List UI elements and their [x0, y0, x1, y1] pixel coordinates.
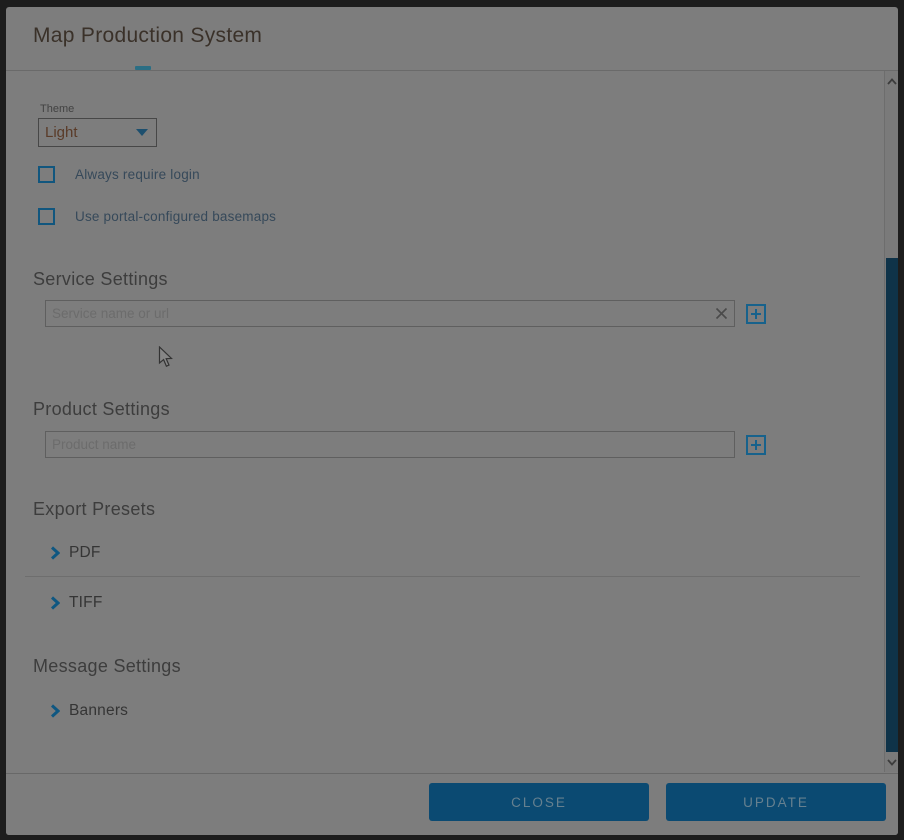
add-service-button[interactable] [746, 304, 766, 324]
service-name-input[interactable] [45, 300, 735, 327]
theme-select[interactable]: Light [38, 118, 157, 147]
dialog-title: Map Production System [33, 24, 262, 48]
scroll-down-icon[interactable] [885, 752, 898, 772]
checkbox-label: Always require login [75, 167, 200, 182]
service-settings-title: Service Settings [33, 269, 168, 290]
product-name-input[interactable] [45, 431, 735, 458]
vertical-scrollbar[interactable] [884, 71, 898, 772]
map-production-system-dialog: Map Production System Theme Light Always… [6, 7, 898, 835]
always-require-login-checkbox[interactable] [38, 166, 55, 183]
dialog-header: Map Production System [6, 7, 898, 70]
header-divider [6, 70, 898, 71]
product-input-wrap [45, 431, 735, 458]
clear-icon[interactable] [714, 306, 729, 321]
theme-label: Theme [40, 103, 74, 115]
dialog-footer: CLOSE UPDATE [6, 774, 898, 835]
scrolled-out-element-sliver [135, 66, 151, 70]
mouse-cursor [158, 346, 174, 373]
export-presets-title: Export Presets [33, 499, 155, 520]
always-require-login-row[interactable]: Always require login [38, 166, 200, 183]
row-divider [25, 576, 860, 577]
portal-basemaps-row[interactable]: Use portal-configured basemaps [38, 208, 276, 225]
chevron-right-icon [50, 546, 60, 560]
chevron-down-icon [136, 129, 148, 136]
scrollbar-thumb[interactable] [886, 258, 898, 752]
portal-basemaps-checkbox[interactable] [38, 208, 55, 225]
export-preset-pdf[interactable]: PDF [50, 543, 101, 563]
screen: Map Production System Theme Light Always… [0, 0, 904, 840]
theme-select-value: Light [45, 124, 136, 141]
checkbox-label: Use portal-configured basemaps [75, 209, 276, 224]
add-product-button[interactable] [746, 435, 766, 455]
message-settings-title: Message Settings [33, 656, 181, 677]
message-setting-banners[interactable]: Banners [50, 701, 128, 721]
service-input-wrap [45, 300, 735, 327]
update-button[interactable]: UPDATE [666, 783, 886, 821]
export-preset-tiff[interactable]: TIFF [50, 593, 103, 613]
plus-icon [750, 308, 762, 320]
expand-row-label: Banners [69, 702, 128, 720]
close-button[interactable]: CLOSE [429, 783, 649, 821]
plus-icon [750, 439, 762, 451]
expand-row-label: PDF [69, 544, 101, 562]
chevron-right-icon [50, 596, 60, 610]
product-settings-title: Product Settings [33, 399, 170, 420]
chevron-right-icon [50, 704, 60, 718]
expand-row-label: TIFF [69, 594, 103, 612]
scroll-up-icon[interactable] [885, 71, 898, 91]
